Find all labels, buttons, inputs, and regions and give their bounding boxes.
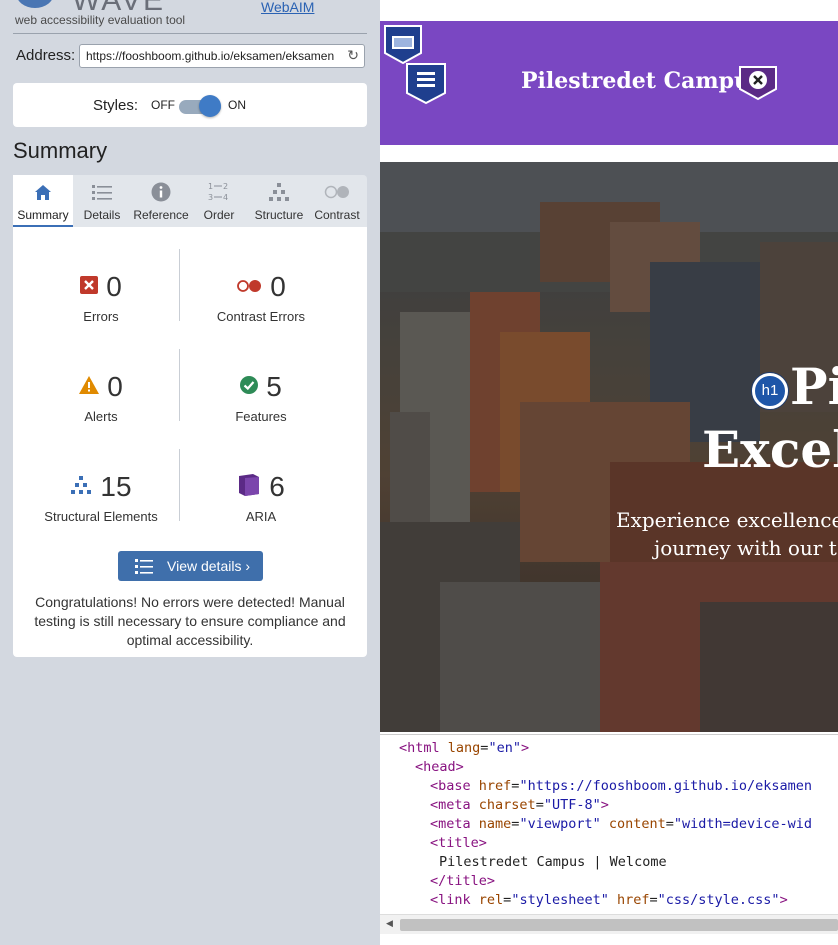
contrast-errors-stat[interactable]: 0 Contrast Errors [181,269,341,324]
info-icon [129,181,193,203]
alerts-label: Alerts [84,409,118,424]
error-icon [80,276,99,298]
congrats-message: Congratulations! No errors were detected… [34,594,346,648]
list-icon [75,181,129,203]
view-details-label: View details › [167,558,251,574]
address-input[interactable]: https://fooshboom.github.io/eksamen/eksa… [79,44,365,68]
tab-label: Summary [17,208,69,222]
tab-label: Contrast [314,208,360,222]
address-label: Address: [16,47,76,64]
alerts-stat[interactable]: 0 Alerts [21,369,181,424]
svg-text:2: 2 [223,182,228,191]
hero-subtitle: journey with our t [654,536,837,560]
structure-icon [70,476,92,498]
features-label: Features [235,409,287,424]
hero-section: h1 Pi Excel Experience excellence journe… [380,162,838,732]
tab-order[interactable]: 1 2 3 4 Order [195,175,243,227]
tab-label: Details [83,208,121,222]
divider [13,33,367,34]
hero-subtitle: Experience excellence [616,508,838,532]
alert-icon [79,376,100,398]
tab-label: Structure [254,208,304,222]
navigation-region-icon[interactable] [404,61,448,105]
home-icon [13,181,73,203]
svg-text:4: 4 [223,193,228,202]
code-line[interactable]: <title> [430,834,487,853]
errors-label: Errors [83,309,119,324]
code-line[interactable]: </title> [430,872,495,891]
wave-tagline: web accessibility evaluation tool [15,13,186,27]
header-region-icon[interactable] [382,23,424,65]
contrast-errors-count: 0 [270,271,286,302]
svg-text:1: 1 [208,182,213,191]
contrast-icon [309,181,365,203]
site-preview: Pilestredet Campus h1 Pi Excel Experienc… [380,0,838,945]
hero-title: Pi [790,357,838,416]
wave-logo-icon [16,0,54,8]
structural-count: 15 [100,471,132,502]
address-value[interactable]: https://fooshboom.github.io/eksamen/eksa… [86,49,340,63]
hero-title: Excel [702,420,838,479]
panel-title: Summary [13,138,108,163]
code-line[interactable]: <html lang="en"> [399,739,529,758]
tab-reference[interactable]: Reference [129,175,193,227]
styles-off-label: OFF [151,98,175,112]
code-line[interactable]: Pilestredet Campus | Welcome [439,853,667,872]
scroll-left-icon[interactable]: ◀ [386,919,393,929]
structural-label: Structural Elements [44,509,158,524]
webaim-link[interactable]: WebAIM [261,0,314,15]
code-line[interactable]: <head> [415,758,464,777]
site-brand[interactable]: Pilestredet Campus [521,68,762,94]
tab-label: Order [203,208,235,222]
tab-contrast[interactable]: Contrast [309,175,365,227]
check-icon [240,376,259,398]
tab-bar: Summary Details Reference 1 2 3 4 Order Str… [13,175,367,227]
aria-label-icon[interactable] [738,61,778,101]
errors-stat[interactable]: 0 Errors [21,269,181,324]
summary-panel: 0 Errors 0 Contrast Errors 0 Alerts 5 Fe… [13,227,367,657]
site-header: Pilestredet Campus [380,21,838,145]
code-line[interactable]: <link rel="stylesheet" href="css/style.c… [430,891,788,910]
aria-icon [237,473,261,501]
contrast-error-icon [236,278,262,297]
code-line[interactable]: <meta charset="UTF-8"> [430,796,609,815]
list-icon [135,558,153,577]
styles-label: Styles: [93,97,139,114]
wave-sidebar: WAVE web accessibility evaluation tool W… [0,0,380,945]
aria-stat[interactable]: 6 ARIA [181,469,341,524]
tab-label: Reference [133,208,189,222]
tab-details[interactable]: Details [75,175,129,227]
code-line[interactable]: <base href="https://fooshboom.github.io/… [430,777,812,796]
styles-on-label: ON [228,98,246,112]
contrast-errors-label: Contrast Errors [216,309,306,324]
aria-label: ARIA [245,509,277,524]
alerts-count: 0 [107,371,123,402]
errors-count: 0 [106,271,122,302]
features-count: 5 [266,371,282,402]
tab-structure[interactable]: Structure [251,175,307,227]
structure-icon [251,181,307,203]
svg-text:3: 3 [208,193,213,202]
view-details-button[interactable]: View details › [118,551,263,581]
h1-heading-icon[interactable]: h1 [752,373,788,409]
order-icon: 1 2 3 4 [195,181,243,203]
features-stat[interactable]: 5 Features [181,369,341,424]
horizontal-scrollbar[interactable]: ◀ [380,914,838,934]
styles-toggle-card: Styles: OFF ON [13,83,367,127]
styles-toggle-knob[interactable] [199,95,221,117]
code-line[interactable]: <meta name="viewport" content="width=dev… [430,815,812,834]
tab-summary[interactable]: Summary [13,175,73,227]
refresh-icon[interactable]: ↻ [347,48,359,64]
scrollbar-thumb[interactable] [400,919,838,931]
aria-count: 6 [269,471,285,502]
structural-stat[interactable]: 15 Structural Elements [21,469,181,524]
